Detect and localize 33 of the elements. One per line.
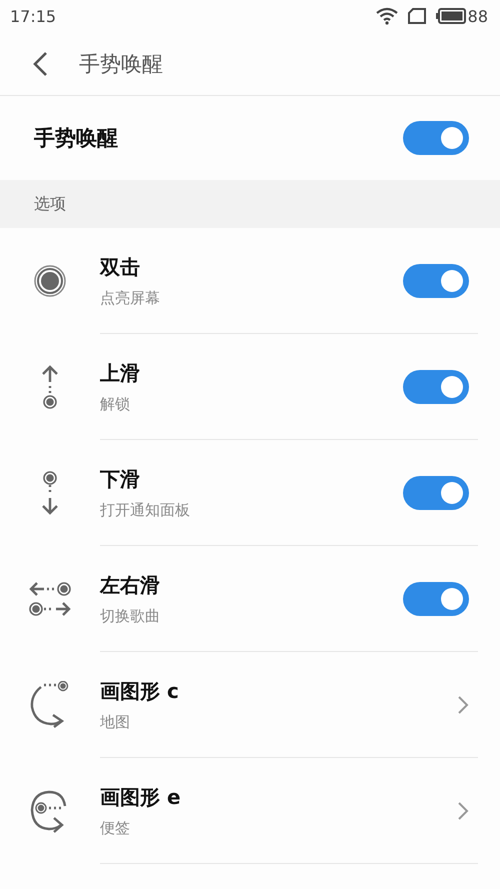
setting-label: 手势唤醒 <box>34 125 118 152</box>
gesture-title: 画图形 c <box>100 678 179 704</box>
gesture-title: 下滑 <box>100 466 141 492</box>
gesture-action: 解锁 <box>100 394 131 414</box>
swipe-up-icon <box>40 364 60 410</box>
toggle-switch[interactable] <box>403 370 469 404</box>
sim-card-icon <box>408 8 426 24</box>
swipe-down-icon <box>40 470 60 516</box>
gesture-title: 左右滑 <box>100 572 160 598</box>
back-icon[interactable] <box>32 50 48 76</box>
page-title: 手势唤醒 <box>79 50 163 78</box>
gesture-title: 画图形 e <box>100 784 181 810</box>
chevron-right-icon[interactable] <box>457 694 469 714</box>
gesture-action: 切换歌曲 <box>100 606 160 626</box>
gesture-title: 双击 <box>100 254 141 280</box>
swipe-sideways-icon <box>28 579 72 619</box>
wifi-icon <box>376 7 398 25</box>
section-header: 选项 <box>34 194 66 214</box>
toggle-switch[interactable] <box>403 582 469 616</box>
status-time: 17:15 <box>10 6 56 26</box>
gesture-title: 上滑 <box>100 360 140 386</box>
gesture-action: 地图 <box>100 712 131 732</box>
double-tap-icon <box>33 264 67 298</box>
chevron-right-icon[interactable] <box>457 800 469 820</box>
circle-c-gesture-icon <box>29 681 71 729</box>
gesture-action: 便签 <box>100 818 131 838</box>
battery-icon <box>436 8 466 24</box>
battery-level: 88 <box>468 6 488 26</box>
toggle-switch[interactable] <box>403 264 469 298</box>
gesture-action: 点亮屏幕 <box>100 288 160 308</box>
gesture-action: 打开通知面板 <box>100 500 190 520</box>
toggle-switch[interactable] <box>403 121 469 155</box>
toggle-switch[interactable] <box>403 476 469 510</box>
